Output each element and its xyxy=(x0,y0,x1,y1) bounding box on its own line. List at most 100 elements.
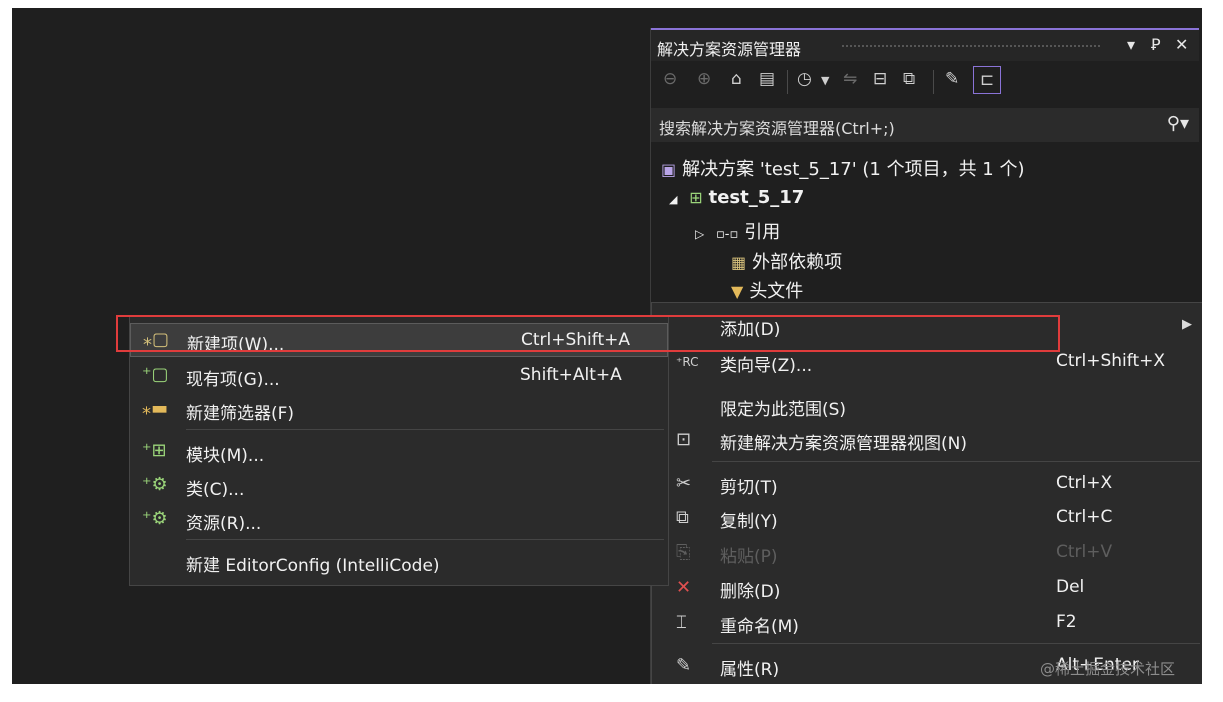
menu-label: 新建解决方案资源管理器视图(N) xyxy=(720,434,967,454)
menu-label: 现有项(G)... xyxy=(186,370,280,390)
toolbar-divider xyxy=(933,70,934,94)
sync-icon[interactable]: ⇋ xyxy=(843,69,857,89)
new-view-icon: ⊡ xyxy=(676,429,692,450)
home-icon[interactable]: ⌂ xyxy=(731,69,742,89)
submenu-item-module[interactable]: ⁺⊞ 模块(M)... xyxy=(130,435,668,469)
pending-changes-icon[interactable]: ◷ xyxy=(797,69,812,89)
menu-label: 新建项(W)... xyxy=(187,335,285,355)
menu-label: 删除(D) xyxy=(720,582,781,602)
new-filter-icon: ⁎▬ xyxy=(142,398,169,419)
submenu-arrow-icon: ▶ xyxy=(1182,317,1192,332)
solution-label: 解决方案 'test_5_17' (1 个项目，共 1 个) xyxy=(682,159,1025,180)
paste-icon: ⎘ xyxy=(676,542,691,563)
tree-external-deps[interactable]: ▦ 外部依赖项 xyxy=(731,248,842,274)
external-deps-label: 外部依赖项 xyxy=(752,252,843,273)
show-all-files-icon[interactable]: ⧉ xyxy=(903,69,915,89)
menu-item-paste[interactable]: ⎘ 粘贴(P) Ctrl+V xyxy=(652,536,1202,570)
menu-item-cut[interactable]: ✂ 剪切(T) Ctrl+X xyxy=(652,467,1202,501)
menu-shortcut: Del xyxy=(1056,577,1085,597)
menu-item-copy[interactable]: ⧉ 复制(Y) Ctrl+C xyxy=(652,501,1202,535)
new-item-icon: ⁎▢ xyxy=(143,329,170,350)
solution-explorer-toolbar: ⊖ ⊕ ⌂ ▤ ◷ ▼ ⇋ ⊟ ⧉ ✎ ⊏ xyxy=(651,61,1199,101)
menu-item-rename[interactable]: ⌶ 重命名(M) F2 xyxy=(652,606,1202,640)
menu-shortcut: Shift+Alt+A xyxy=(520,365,622,385)
solution-icon: ▣ xyxy=(661,160,677,179)
menu-label: 属性(R) xyxy=(720,660,780,680)
search-box[interactable]: 搜索解决方案资源管理器(Ctrl+;) ⚲▾ xyxy=(651,108,1199,142)
menu-item-scope-to-this[interactable]: 限定为此范围(S) xyxy=(652,389,1202,423)
search-icon[interactable]: ⚲▾ xyxy=(1167,113,1189,134)
forward-icon[interactable]: ⊕ xyxy=(697,69,711,89)
menu-label: 类(C)... xyxy=(186,480,245,500)
cut-icon: ✂ xyxy=(676,473,692,494)
submenu-item-new-item[interactable]: ⁎▢ 新建项(W)... Ctrl+Shift+A xyxy=(130,323,668,357)
menu-item-class-wizard[interactable]: ⁺RC 类向导(Z)... Ctrl+Shift+X xyxy=(652,345,1202,379)
filter-folder-icon: ▼ xyxy=(731,282,744,301)
tree-solution[interactable]: ▣ 解决方案 'test_5_17' (1 个项目，共 1 个) xyxy=(661,155,1025,181)
menu-label: 新建筛选器(F) xyxy=(186,404,295,424)
properties-wrench-icon[interactable]: ✎ xyxy=(945,69,959,89)
collapse-all-icon[interactable]: ⊟ xyxy=(873,69,887,89)
menu-label: 模块(M)... xyxy=(186,446,265,466)
class-wizard-icon: ⁺RC xyxy=(676,355,699,369)
submenu-item-existing-item[interactable]: ⁺▢ 现有项(G)... Shift+Alt+A xyxy=(130,359,668,393)
context-menu: 添加(D) ▶ ⁺RC 类向导(Z)... Ctrl+Shift+X 限定为此范… xyxy=(651,302,1202,684)
references-icon: ▫-▫ xyxy=(715,227,739,242)
menu-label: 类向导(Z)... xyxy=(720,356,813,376)
menu-label: 新建 EditorConfig (IntelliCode) xyxy=(186,556,440,576)
header-files-label: 头文件 xyxy=(749,281,804,302)
preview-selected-icon[interactable]: ⊏ xyxy=(973,66,1001,94)
submenu-item-resource[interactable]: ⁺⚙ 资源(R)... xyxy=(130,503,668,537)
drag-handle[interactable] xyxy=(841,44,1101,49)
menu-divider xyxy=(186,429,664,430)
watermark: @稀土掘金技术社区 xyxy=(1040,660,1176,678)
menu-label: 复制(Y) xyxy=(720,512,778,532)
menu-label: 资源(R)... xyxy=(186,514,262,534)
search-input[interactable]: 搜索解决方案资源管理器(Ctrl+;) xyxy=(659,115,895,139)
close-icon[interactable]: ✕ xyxy=(1175,35,1188,54)
menu-shortcut: F2 xyxy=(1056,612,1077,632)
panel-title: 解决方案资源管理器 xyxy=(657,40,802,59)
project-icon: ⊞ xyxy=(689,188,703,207)
class-icon: ⁺⚙ xyxy=(142,474,168,495)
dropdown-icon[interactable]: ▾ xyxy=(1127,35,1135,54)
rename-icon: ⌶ xyxy=(676,612,687,633)
tree-project[interactable]: ◢ ⊞ test_5_17 xyxy=(669,187,804,208)
menu-label: 剪切(T) xyxy=(720,478,778,498)
back-icon[interactable]: ⊖ xyxy=(663,69,677,89)
tree-header-files[interactable]: ▼ 头文件 xyxy=(731,277,803,303)
chevron-down-icon[interactable]: ▼ xyxy=(821,74,829,87)
menu-label: 添加(D) xyxy=(720,320,781,340)
project-label: test_5_17 xyxy=(708,187,805,208)
menu-label: 重命名(M) xyxy=(720,617,799,637)
menu-item-new-view[interactable]: ⊡ 新建解决方案资源管理器视图(N) xyxy=(652,423,1202,457)
module-icon: ⁺⊞ xyxy=(142,440,167,461)
tree-references[interactable]: ▷ ▫-▫ 引用 xyxy=(695,218,780,244)
copy-icon: ⧉ xyxy=(676,507,689,528)
menu-shortcut: Ctrl+V xyxy=(1056,542,1113,562)
pin-icon[interactable]: Ꝑ xyxy=(1151,35,1161,54)
existing-item-icon: ⁺▢ xyxy=(142,364,169,385)
expand-arrow-icon[interactable]: ◢ xyxy=(669,193,677,206)
submenu-item-class[interactable]: ⁺⚙ 类(C)... xyxy=(130,469,668,503)
delete-icon: ✕ xyxy=(676,577,692,598)
menu-item-add[interactable]: 添加(D) ▶ xyxy=(652,309,1202,343)
menu-item-delete[interactable]: ✕ 删除(D) Del xyxy=(652,571,1202,605)
menu-shortcut: Ctrl+X xyxy=(1056,473,1113,493)
switch-views-icon[interactable]: ▤ xyxy=(759,69,775,89)
toolbar-divider xyxy=(787,70,788,94)
ide-window: 解决方案资源管理器 ▾ Ꝑ ✕ ⊖ ⊕ ⌂ ▤ ◷ ▼ ⇋ ⊟ ⧉ ✎ ⊏ 搜索… xyxy=(12,8,1202,684)
add-submenu: ⁎▢ 新建项(W)... Ctrl+Shift+A ⁺▢ 现有项(G)... S… xyxy=(129,316,669,586)
menu-shortcut: Ctrl+Shift+A xyxy=(521,330,631,350)
solution-explorer-title-bar: 解决方案资源管理器 ▾ Ꝑ ✕ xyxy=(651,28,1199,61)
menu-label: 粘贴(P) xyxy=(720,547,778,567)
submenu-item-editorconfig[interactable]: 新建 EditorConfig (IntelliCode) xyxy=(130,545,668,579)
menu-shortcut: Ctrl+Shift+X xyxy=(1056,351,1166,371)
references-label: 引用 xyxy=(744,222,781,243)
collapse-arrow-icon[interactable]: ▷ xyxy=(695,227,704,241)
menu-label: 限定为此范围(S) xyxy=(720,400,847,420)
menu-divider xyxy=(186,539,664,540)
submenu-item-new-filter[interactable]: ⁎▬ 新建筛选器(F) xyxy=(130,393,668,427)
menu-shortcut: Ctrl+C xyxy=(1056,507,1113,527)
properties-icon: ✎ xyxy=(676,655,692,676)
